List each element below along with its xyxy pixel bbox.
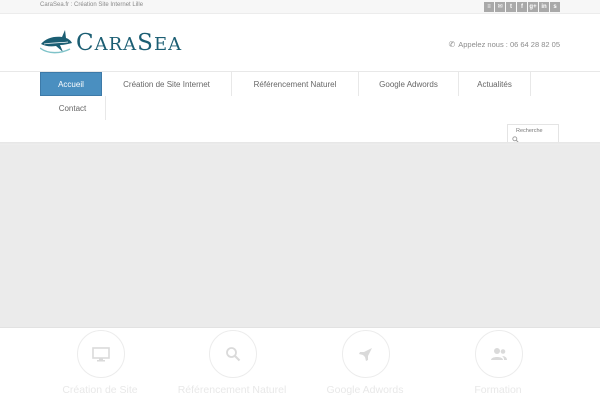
top-bar-tagline: CaraSea.fr : Création Site Internet Lill…	[40, 2, 144, 8]
feature-label: Formation	[474, 384, 522, 396]
social-links: ≡ ✉ t f g+ in s	[484, 2, 560, 12]
feature-label: Création de Site	[62, 384, 138, 396]
feature-formation[interactable]: Formation	[433, 330, 563, 400]
facebook-icon[interactable]: f	[517, 2, 527, 12]
phone-contact: ✆ Appelez nous : 06 64 28 82 05	[449, 40, 560, 49]
feature-label: Google Adwords	[326, 384, 404, 396]
users-icon	[491, 348, 507, 360]
top-bar: CaraSea.fr : Création Site Internet Lill…	[0, 0, 600, 14]
nav-item-contact[interactable]: Contact	[40, 96, 106, 120]
feature-referencement[interactable]: Référencement Naturel	[167, 330, 297, 400]
nav-item-referencement[interactable]: Référencement Naturel	[232, 72, 359, 96]
logo-wordmark: CARASEA	[76, 30, 183, 56]
rocket-icon	[359, 348, 372, 361]
nav-item-google-adwords[interactable]: Google Adwords	[359, 72, 459, 96]
feature-google-adwords[interactable]: Google Adwords	[300, 330, 430, 400]
feature-circle	[209, 330, 257, 378]
nav-item-creation-site[interactable]: Création de Site Internet	[102, 72, 232, 96]
google-plus-icon[interactable]: g+	[528, 2, 538, 12]
nav-item-actualites[interactable]: Actualités	[459, 72, 531, 96]
rss-icon[interactable]: ≡	[484, 2, 494, 12]
phone-text: Appelez nous : 06 64 28 82 05	[458, 40, 560, 49]
nav-item-accueil[interactable]: Accueil	[40, 72, 102, 96]
search-icon	[226, 347, 241, 362]
phone-icon: ✆	[448, 40, 456, 49]
monitor-icon	[92, 346, 110, 361]
mail-icon[interactable]: ✉	[495, 2, 505, 12]
site-logo[interactable]: CARASEA	[40, 28, 182, 56]
hero-slider[interactable]	[0, 145, 600, 328]
feature-circle	[475, 330, 523, 378]
twitter-icon[interactable]: t	[506, 2, 516, 12]
feature-circle	[77, 330, 125, 378]
shark-logo-icon	[40, 30, 72, 54]
search-label: Recherche	[516, 128, 543, 134]
linkedin-icon[interactable]: in	[539, 2, 549, 12]
feature-creation-site[interactable]: Création de Site	[35, 330, 165, 400]
feature-label: Référencement Naturel	[177, 384, 287, 396]
feature-circle	[342, 330, 390, 378]
skype-icon[interactable]: s	[550, 2, 560, 12]
